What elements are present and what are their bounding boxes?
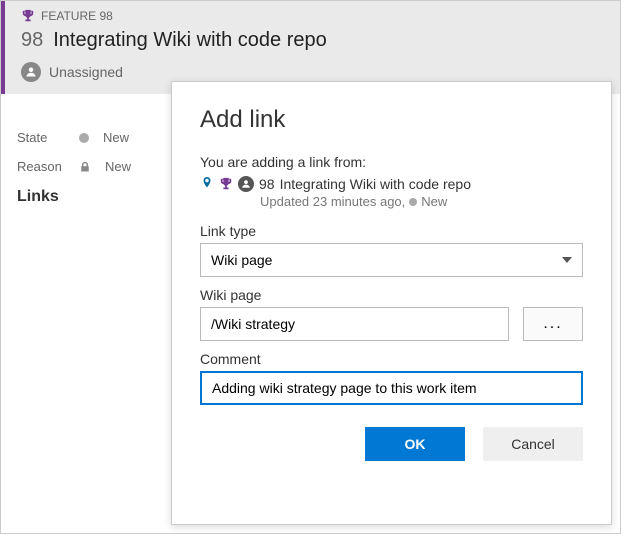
wiki-page-input[interactable]	[200, 307, 509, 341]
links-heading: Links	[17, 188, 155, 206]
person-icon	[21, 62, 41, 82]
link-type-value: Wiki page	[211, 252, 272, 268]
chevron-down-icon	[562, 257, 572, 263]
source-item-id: 98	[259, 176, 275, 192]
left-panel: State New Reason New Links	[1, 116, 171, 220]
browse-button[interactable]: ...	[523, 307, 583, 341]
pin-icon	[200, 177, 214, 191]
lock-icon	[79, 161, 91, 173]
source-item-title: Integrating Wiki with code repo	[280, 176, 471, 192]
link-type-label: Link type	[200, 223, 583, 239]
status-text: New	[421, 194, 447, 209]
status-dot-icon	[409, 198, 417, 206]
feature-type-row: FEATURE 98	[21, 9, 604, 23]
dialog-intro: You are adding a link from:	[200, 154, 583, 170]
trophy-icon	[219, 177, 233, 191]
comment-label: Comment	[200, 351, 583, 367]
reason-field[interactable]: Reason New	[17, 159, 155, 174]
state-value: New	[103, 130, 129, 145]
ok-button[interactable]: OK	[365, 427, 465, 461]
assigned-label: Unassigned	[49, 64, 123, 80]
source-item-meta: Updated 23 minutes ago, New	[260, 194, 583, 209]
title-row: 98 Integrating Wiki with code repo	[21, 29, 604, 52]
reason-label: Reason	[17, 159, 65, 174]
person-icon	[238, 176, 254, 192]
link-source-item: 98 Integrating Wiki with code repo	[200, 176, 583, 192]
assigned-row[interactable]: Unassigned	[21, 62, 604, 82]
reason-value: New	[105, 159, 131, 174]
updated-text: Updated 23 minutes ago,	[260, 194, 405, 209]
trophy-icon	[21, 9, 35, 23]
work-item-id: 98	[21, 29, 43, 52]
state-label: State	[17, 130, 65, 145]
dialog-title: Add link	[200, 106, 583, 134]
add-link-dialog: Add link You are adding a link from: 98 …	[171, 81, 612, 525]
comment-input[interactable]	[200, 371, 583, 405]
link-type-select[interactable]: Wiki page	[200, 243, 583, 277]
wiki-page-label: Wiki page	[200, 287, 583, 303]
feature-type-label: FEATURE 98	[41, 9, 113, 23]
dialog-buttons: OK Cancel	[200, 427, 583, 461]
state-dot-icon	[79, 133, 89, 143]
cancel-button[interactable]: Cancel	[483, 427, 583, 461]
work-item-title[interactable]: Integrating Wiki with code repo	[53, 29, 326, 52]
state-field[interactable]: State New	[17, 130, 155, 145]
